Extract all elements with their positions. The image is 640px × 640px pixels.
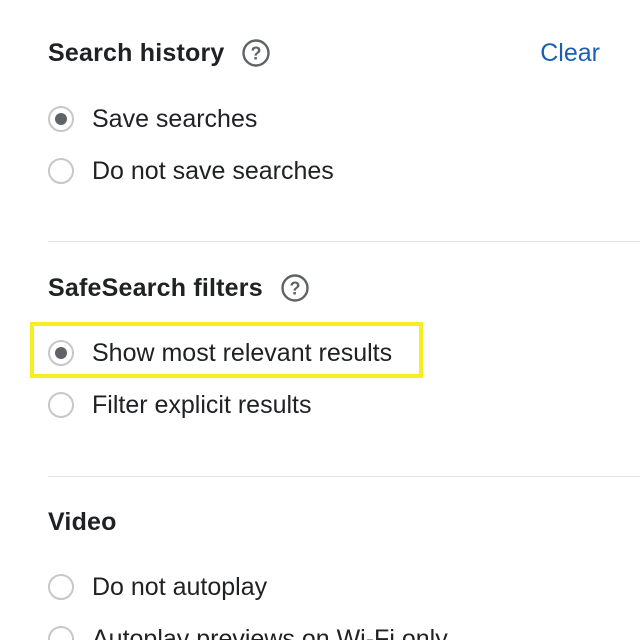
radio-button[interactable] [48, 626, 74, 640]
radio-selected-dot [55, 347, 67, 359]
radio-option-do-not-autoplay[interactable]: Do not autoplay [48, 567, 267, 607]
video-section: Video Do not autoplay Autoplay previews … [48, 502, 640, 640]
radio-button[interactable] [48, 158, 74, 184]
option-label: Do not save searches [92, 156, 334, 185]
video-header: Video [48, 502, 640, 542]
radio-option-show-most-relevant-results[interactable]: Show most relevant results [48, 333, 392, 373]
option-label: Save searches [92, 104, 258, 133]
option-label: Show most relevant results [92, 338, 393, 367]
radio-option-save-searches[interactable]: Save searches [48, 99, 257, 139]
video-title: Video [48, 507, 117, 536]
safesearch-header: SafeSearch filters ? [48, 268, 640, 308]
safesearch-section: SafeSearch filters ? Show most relevant … [48, 268, 640, 438]
option-label: Do not autoplay [92, 572, 268, 601]
section-divider [48, 241, 640, 242]
help-circle-icon[interactable]: ? [242, 39, 271, 67]
radio-option-do-not-save-searches[interactable]: Do not save searches [48, 151, 334, 191]
clear-history-button[interactable]: Clear [540, 33, 600, 73]
svg-text:?: ? [289, 279, 300, 299]
radio-button[interactable] [48, 106, 74, 132]
help-circle-icon[interactable]: ? [281, 274, 309, 302]
option-label: Filter explicit results [92, 390, 312, 419]
search-history-title: Search history [48, 38, 225, 67]
radio-option-filter-explicit-results[interactable]: Filter explicit results [48, 385, 312, 425]
safesearch-title: SafeSearch filters [48, 273, 263, 302]
section-divider [48, 476, 640, 477]
svg-text:?: ? [251, 44, 262, 64]
radio-option-autoplay-previews-wifi[interactable]: Autoplay previews on Wi-Fi only [48, 619, 448, 640]
radio-button[interactable] [48, 574, 74, 600]
search-settings-page: Search history ? Clear Save searches Do … [0, 0, 640, 640]
radio-selected-dot [55, 113, 67, 125]
option-label: Autoplay previews on Wi-Fi only [92, 624, 448, 640]
radio-button[interactable] [48, 340, 74, 366]
search-history-section: Search history ? Clear Save searches Do … [48, 33, 640, 203]
radio-button[interactable] [48, 392, 74, 418]
